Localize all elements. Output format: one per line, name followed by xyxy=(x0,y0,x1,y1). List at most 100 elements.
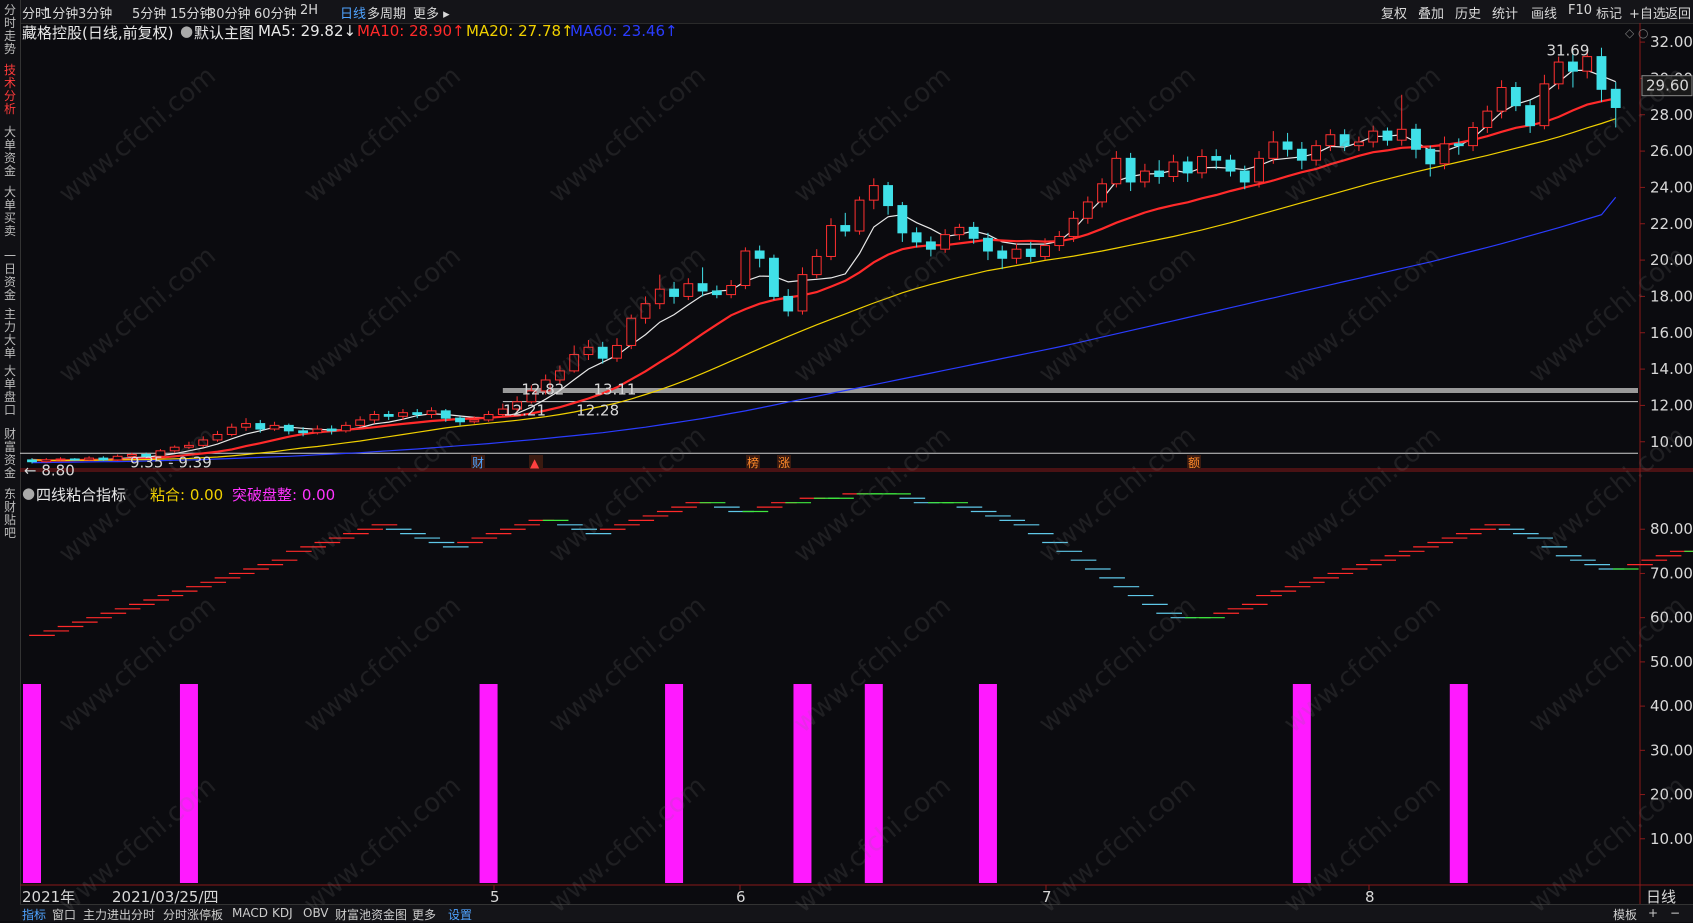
period-tab-7[interactable]: 2H xyxy=(300,3,318,18)
candle-body xyxy=(1154,170,1165,178)
candle-body xyxy=(283,424,294,432)
toolbar-right-5[interactable]: F10 xyxy=(1568,3,1592,18)
candle-body xyxy=(583,346,594,356)
period-tab-2[interactable]: 3分钟 xyxy=(78,3,112,22)
sidebar-item-0[interactable]: 分时走势 xyxy=(2,4,18,56)
toolbar-right-2[interactable]: 历史 xyxy=(1455,3,1481,22)
indicator-tick-label: 10.00 xyxy=(1650,830,1693,848)
bottom-tab-3[interactable]: 分时涨停板 xyxy=(163,906,223,923)
candle-body xyxy=(298,430,309,434)
candle-body xyxy=(269,424,280,430)
sidebar-item-4[interactable]: 一日资金 xyxy=(2,250,18,302)
sidebar-item-7[interactable]: 财富资金 xyxy=(2,428,18,480)
event-marker: 涨 xyxy=(778,455,790,470)
candle-body xyxy=(1568,61,1578,72)
candle-body xyxy=(1339,134,1350,147)
time-period-label: 日线 xyxy=(1646,888,1676,904)
bottom-tab-0[interactable]: 指标 xyxy=(22,906,46,923)
candle-body xyxy=(1097,183,1108,203)
level-label-2: 13.11 xyxy=(593,381,636,399)
period-tab-8[interactable]: 日线 xyxy=(340,3,366,22)
candle-body xyxy=(398,412,408,417)
indicator-tick-label: 60.00 xyxy=(1650,609,1693,627)
candle-body xyxy=(1225,159,1236,172)
candle-body xyxy=(355,419,366,426)
bottom-tab-7[interactable]: 财富池资金图 xyxy=(335,906,407,923)
candle-body xyxy=(440,410,451,419)
candle-body xyxy=(940,234,951,250)
candle-body xyxy=(1425,148,1436,165)
candle-body xyxy=(198,439,209,446)
candle-body xyxy=(1011,248,1022,259)
price-tick-label: 24.00 xyxy=(1650,178,1693,196)
candle-body xyxy=(1182,161,1193,174)
sidebar-item-6[interactable]: 大单盘口 xyxy=(2,365,18,417)
candle-body xyxy=(1510,87,1521,107)
candle-body xyxy=(883,185,893,207)
bottom-tab-8[interactable]: 更多 xyxy=(412,906,436,923)
toolbar-right-4[interactable]: 画线 xyxy=(1531,3,1557,22)
candle-body xyxy=(769,257,779,297)
bottom-tab-4[interactable]: MACD xyxy=(232,906,268,920)
bottom-tab-1[interactable]: 窗口 xyxy=(52,906,76,923)
candle-body xyxy=(1482,110,1493,128)
chart-canvas[interactable]: 32.00 30.00 28.00 26.00 24.00 22.00 20.00 18.00… xyxy=(20,23,1693,904)
candle-body xyxy=(1068,217,1079,237)
candle-body xyxy=(925,241,936,250)
bottom-tab-5[interactable]: KDJ xyxy=(272,906,293,920)
candle-body xyxy=(1553,61,1564,85)
bottom-right-1[interactable]: + xyxy=(1648,906,1658,920)
collapse-icon: ◇ ○ xyxy=(1625,26,1649,40)
candle-body xyxy=(1168,161,1179,178)
candle-body xyxy=(1353,141,1364,147)
sidebar-item-8[interactable]: 东财贴吧 xyxy=(2,488,18,540)
candle-body xyxy=(169,446,180,452)
period-tab-3[interactable]: 5分钟 xyxy=(132,3,166,22)
time-label: 8 xyxy=(1365,888,1375,904)
candle-body xyxy=(968,226,979,239)
bottom-right-0[interactable]: 模板 xyxy=(1613,906,1637,923)
toolbar-right-3[interactable]: 统计 xyxy=(1492,3,1518,22)
toolbar-right-6[interactable]: 标记 xyxy=(1596,3,1622,22)
range-label: 9.35 - 9.39 xyxy=(130,454,212,472)
price-tick-label: 10.00 xyxy=(1650,433,1693,451)
candle-body xyxy=(783,295,794,312)
candle-body xyxy=(226,426,237,435)
period-toolbar: 分时 1分钟 3分钟 5分钟 15分钟 30分钟 60分钟 2H 日线 多周期 更多 ▸ 复权 叠加历… xyxy=(0,0,1693,24)
breakout-bar xyxy=(1449,684,1468,883)
sidebar-item-2[interactable]: 大单资金 xyxy=(2,126,18,178)
candle-body xyxy=(369,414,380,421)
period-tab-4[interactable]: 15分钟 xyxy=(170,3,213,22)
indicator-tick-label: 50.00 xyxy=(1650,653,1693,671)
price-tick-label: 18.00 xyxy=(1650,287,1693,305)
indicator-tick-label: 70.00 xyxy=(1650,564,1693,582)
candle-body xyxy=(554,370,565,381)
toolbar-right-7[interactable]: +自选 xyxy=(1629,3,1666,22)
period-tab-6[interactable]: 60分钟 xyxy=(254,3,297,22)
sidebar-item-1[interactable]: 技术分析 xyxy=(2,64,18,116)
period-tab-1[interactable]: 1分钟 xyxy=(44,3,78,22)
candle-body xyxy=(340,424,351,432)
sidebar-item-5[interactable]: 主力大单 xyxy=(2,308,18,360)
candle-body xyxy=(640,303,651,319)
period-tab-9[interactable]: 多周期 xyxy=(367,3,406,22)
bottom-tab-9[interactable]: 设置 xyxy=(448,906,472,923)
period-tab-10[interactable]: 更多 ▸ xyxy=(413,3,450,22)
time-label: 7 xyxy=(1042,888,1052,904)
toolbar-right-8[interactable]: 返回 xyxy=(1665,3,1691,22)
period-tab-5[interactable]: 30分钟 xyxy=(208,3,251,22)
bottom-tab-2[interactable]: 主力进出分时 xyxy=(83,906,155,923)
breakout-bar xyxy=(793,684,812,883)
candle-body xyxy=(112,455,123,461)
current-price-label: 29.60 xyxy=(1646,77,1689,95)
candle-body xyxy=(1368,130,1379,143)
sidebar-item-3[interactable]: 大单买卖 xyxy=(2,186,18,238)
toolbar-right-0[interactable]: 复权 xyxy=(1381,3,1407,22)
bottom-tab-6[interactable]: OBV xyxy=(303,906,329,920)
bottom-right-2[interactable]: − xyxy=(1670,906,1680,920)
candle-body xyxy=(1439,143,1450,165)
price-tick-label: 28.00 xyxy=(1650,106,1693,124)
indicator-tick-label: 30.00 xyxy=(1650,741,1693,759)
candle-body xyxy=(654,288,665,305)
toolbar-right-1[interactable]: 叠加 xyxy=(1418,3,1444,22)
